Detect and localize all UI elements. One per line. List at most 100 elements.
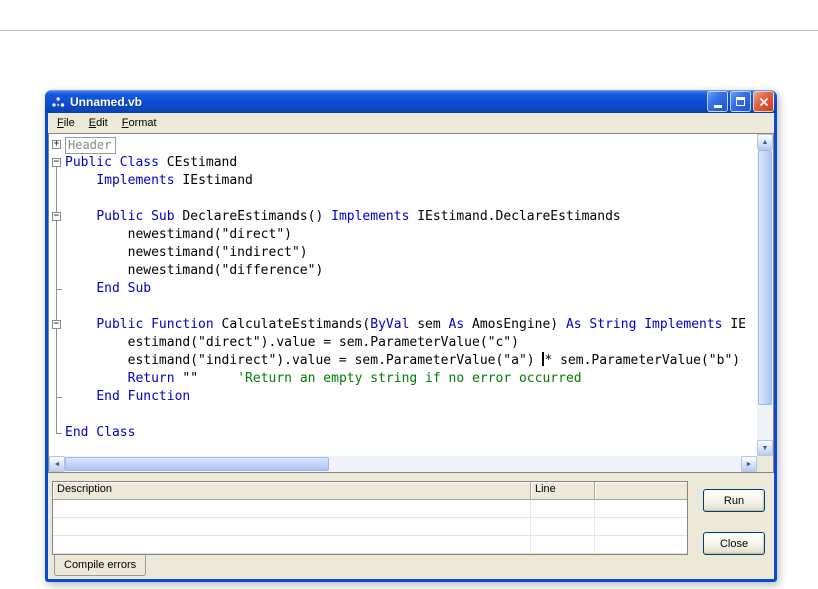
fold-line — [56, 172, 57, 190]
fold-toggle[interactable]: − — [52, 212, 61, 221]
code-line — [49, 190, 757, 208]
fold-gutter: − — [49, 154, 65, 172]
maximize-button[interactable] — [730, 91, 751, 112]
code-text: Public Function CalculateEstimands(ByVal… — [96, 317, 746, 332]
code-view[interactable]: + Header − Public Class CEstimand Implement… — [49, 134, 757, 456]
fold-gutter — [49, 352, 65, 370]
menu-edit[interactable]: Edit — [82, 114, 115, 132]
code-text: estimand("direct").value = sem.Parameter… — [65, 335, 519, 350]
column-header-description[interactable]: Description — [53, 482, 531, 499]
tab-compile-errors[interactable]: Compile errors — [54, 555, 147, 576]
window-title: Unnamed.vb — [70, 94, 143, 109]
code-text: Public Class CEstimand — [65, 155, 238, 170]
fold-gutter: − — [49, 316, 65, 334]
horizontal-scrollbar[interactable]: ◄ ► — [49, 456, 757, 472]
window-body: File Edit Format + Header − Public Class CEst… — [48, 113, 774, 579]
code-line: Implements IEstimand — [49, 172, 757, 190]
vertical-scroll-track[interactable] — [757, 150, 773, 440]
fold-toggle[interactable]: + — [52, 140, 61, 149]
scroll-left-icon[interactable]: ◄ — [49, 456, 65, 472]
code-text: newestimand("difference") — [65, 263, 324, 278]
fold-gutter — [49, 172, 65, 190]
code-text: Return "" 'Return an empty string if no … — [127, 371, 582, 386]
code-line: Return "" 'Return an empty string if no … — [49, 370, 757, 388]
fold-line — [56, 298, 57, 316]
code-line: − Public Function CalculateEstimands(ByV… — [49, 316, 757, 334]
vertical-scrollbar[interactable]: ▲ ▼ — [757, 134, 773, 456]
code-line: − Public Sub DeclareEstimands() Implemen… — [49, 208, 757, 226]
fold-gutter — [49, 424, 65, 442]
fold-tick — [56, 397, 62, 398]
menu-format[interactable]: Format — [115, 114, 164, 132]
close-button[interactable] — [753, 91, 774, 112]
code-line: newestimand("direct") — [49, 226, 757, 244]
code-line: newestimand("indirect") — [49, 244, 757, 262]
scroll-down-icon[interactable]: ▼ — [757, 440, 773, 456]
fold-toggle[interactable]: − — [52, 320, 61, 329]
code-text: newestimand("indirect") — [65, 245, 308, 260]
scroll-up-icon[interactable]: ▲ — [757, 134, 773, 150]
code-line: newestimand("difference") — [49, 262, 757, 280]
fold-gutter — [49, 244, 65, 262]
code-text: newestimand("direct") — [65, 227, 292, 242]
fold-gutter — [49, 334, 65, 352]
code-line — [49, 406, 757, 424]
close-icon — [759, 97, 768, 106]
fold-line — [56, 370, 57, 388]
fold-gutter — [49, 406, 65, 424]
fold-line — [56, 226, 57, 244]
code-line: End Class — [49, 424, 757, 442]
fold-tick — [56, 289, 62, 290]
horizontal-scroll-track[interactable] — [65, 456, 741, 472]
menu-bar: File Edit Format — [48, 113, 774, 133]
fold-gutter — [49, 280, 65, 298]
program-editor-window: Unnamed.vb File Edit Format + Header − Public… — [45, 90, 777, 582]
fold-tick — [56, 433, 62, 434]
separator-line — [0, 30, 818, 31]
vertical-scroll-thumb[interactable] — [758, 150, 772, 406]
minimize-button[interactable] — [707, 91, 728, 112]
maximize-icon — [736, 97, 745, 106]
scroll-right-icon[interactable]: ► — [741, 456, 757, 472]
code-text: End Sub — [96, 281, 152, 296]
fold-line — [56, 190, 57, 208]
error-row — [53, 518, 687, 536]
code-text: Implements IEstimand — [96, 173, 253, 188]
fold-gutter — [49, 190, 65, 208]
code-line: − Public Class CEstimand — [49, 154, 757, 172]
code-text: End Function — [96, 389, 191, 404]
fold-gutter — [49, 262, 65, 280]
code-line: + Header — [49, 136, 757, 154]
title-bar[interactable]: Unnamed.vb — [45, 90, 777, 113]
fold-gutter: + — [49, 136, 65, 154]
menu-file[interactable]: File — [50, 114, 82, 132]
app-icon — [50, 94, 66, 110]
run-button[interactable]: Run — [703, 489, 765, 512]
error-row — [53, 536, 687, 554]
column-header-line[interactable]: Line — [531, 482, 595, 499]
fold-line — [56, 424, 57, 433]
fold-gutter — [49, 370, 65, 388]
code-text: Public Sub DeclareEstimands() Implements… — [96, 209, 621, 224]
fold-toggle[interactable]: − — [52, 158, 61, 167]
error-list-header: Description Line — [53, 482, 687, 500]
fold-line — [56, 262, 57, 280]
code-line: End Sub — [49, 280, 757, 298]
code-editor[interactable]: + Header − Public Class CEstimand Implement… — [48, 133, 774, 473]
fold-gutter: − — [49, 208, 65, 226]
code-text: estimand("indirect").value = sem.Paramet… — [65, 352, 741, 368]
code-line — [49, 298, 757, 316]
fold-line — [56, 334, 57, 352]
minimize-icon — [713, 105, 722, 108]
fold-line — [56, 244, 57, 262]
horizontal-scroll-thumb[interactable] — [65, 457, 329, 471]
error-row — [53, 500, 687, 518]
fold-line — [56, 352, 57, 370]
close-dialog-button[interactable]: Close — [703, 532, 765, 555]
scrollbar-corner — [757, 456, 773, 472]
fold-gutter — [49, 298, 65, 316]
column-header-blank[interactable] — [595, 482, 687, 499]
